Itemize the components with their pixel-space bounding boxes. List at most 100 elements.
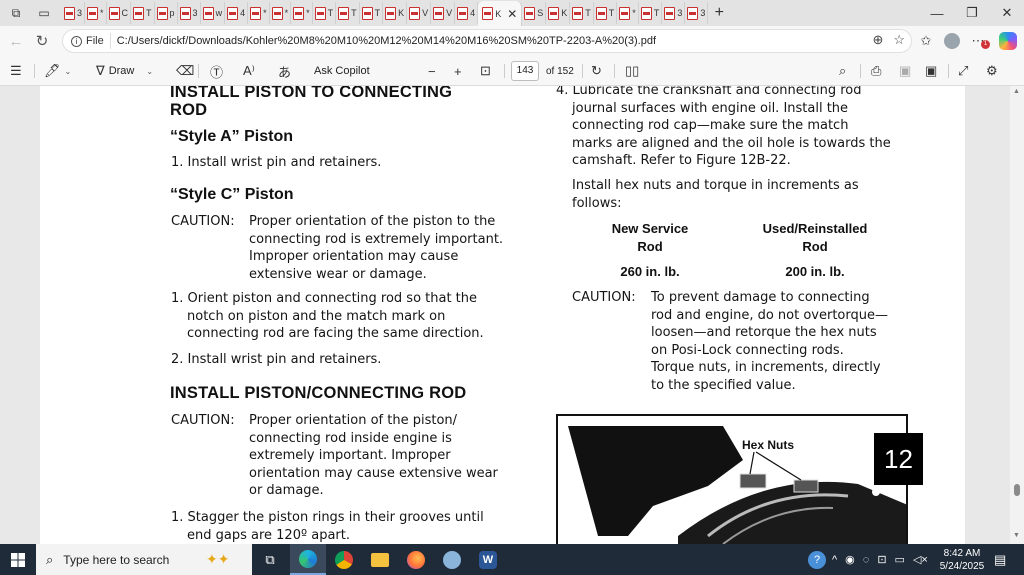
- battery-icon[interactable]: ▭: [895, 553, 905, 566]
- tab[interactable]: V: [431, 2, 456, 24]
- tab[interactable]: 3: [685, 2, 709, 24]
- tab-title: T: [608, 8, 615, 18]
- scroll-down-icon[interactable]: ▼: [1013, 532, 1020, 539]
- refresh-button[interactable]: ↻: [28, 27, 56, 55]
- tab[interactable]: T: [131, 2, 155, 24]
- eye-icon[interactable]: ◌: [863, 554, 870, 566]
- highlight-button[interactable]: 🖊 ⌄: [44, 56, 71, 86]
- toolbar-divider: [614, 64, 615, 78]
- notifications-button[interactable]: ▤: [994, 544, 1006, 575]
- tab-title: T: [146, 8, 152, 18]
- network-icon[interactable]: ⊡: [877, 553, 886, 566]
- read-aloud-button[interactable]: A⁾: [243, 56, 255, 86]
- close-tab-icon[interactable]: ✕: [507, 7, 517, 21]
- zoom-in-button[interactable]: +: [454, 56, 462, 86]
- pdf-file-icon: [595, 6, 607, 20]
- save-button[interactable]: ▣: [899, 56, 911, 86]
- tab[interactable]: T: [360, 2, 384, 24]
- tab[interactable]: T: [639, 2, 663, 24]
- taskbar-app[interactable]: [434, 544, 470, 575]
- fit-page-button[interactable]: ⊡: [480, 56, 491, 86]
- tab[interactable]: S: [522, 2, 547, 24]
- pdf-file-icon: [433, 6, 445, 20]
- minimize-icon[interactable]: —: [920, 0, 954, 26]
- translate-button[interactable]: あ: [278, 56, 291, 86]
- erase-button[interactable]: ⌫: [176, 56, 194, 86]
- table-value-new: 260 in. lb.: [620, 264, 680, 279]
- page-total: of 152: [546, 56, 574, 86]
- taskbar-firefox[interactable]: [398, 544, 434, 575]
- close-window-icon[interactable]: ✕: [990, 0, 1024, 26]
- tab[interactable]: p: [155, 2, 178, 24]
- scroll-up-icon[interactable]: ▲: [1013, 88, 1020, 95]
- workspaces-icon[interactable]: ⧉: [4, 1, 28, 25]
- tab[interactable]: C: [107, 2, 132, 24]
- rotate-button[interactable]: ↻: [591, 56, 602, 86]
- vertical-scrollbar[interactable]: ▲ ▼: [1010, 86, 1024, 544]
- volume-icon[interactable]: ◁×: [913, 553, 928, 566]
- tab[interactable]: 3: [178, 2, 201, 24]
- taskbar-word[interactable]: W: [470, 544, 506, 575]
- page-view-button[interactable]: ▯▯: [625, 56, 639, 86]
- tab[interactable]: *: [291, 2, 313, 24]
- start-button[interactable]: [0, 544, 36, 575]
- zoom-icon[interactable]: ⊕: [872, 32, 883, 48]
- torque-intro: Install hex nuts and torque in increment…: [572, 178, 859, 211]
- tab[interactable]: 3: [62, 2, 86, 24]
- zoom-out-button[interactable]: −: [428, 56, 436, 86]
- save-as-button[interactable]: ▣: [925, 56, 937, 86]
- tab[interactable]: K: [383, 2, 408, 24]
- pdf-file-icon: [314, 6, 326, 20]
- address-bar: ← ↻ i File C:/Users/dickf/Downloads/Kohl…: [0, 26, 1024, 56]
- taskbar-file-explorer[interactable]: [362, 544, 398, 575]
- favorites-icon[interactable]: ✩: [914, 26, 938, 56]
- ask-copilot-button[interactable]: Ask Copilot: [314, 56, 370, 86]
- tab-active[interactable]: K ✕: [478, 1, 523, 26]
- favorite-star-icon[interactable]: ☆: [893, 32, 905, 48]
- tab[interactable]: *: [248, 2, 270, 24]
- tab[interactable]: T: [313, 2, 337, 24]
- scroll-thumb[interactable]: [1014, 484, 1020, 496]
- contents-button[interactable]: ☰: [10, 56, 22, 86]
- tab[interactable]: T: [570, 2, 594, 24]
- clock[interactable]: 8:42 AM 5/24/2025: [938, 547, 986, 573]
- url-field[interactable]: i File C:/Users/dickf/Downloads/Kohler%2…: [62, 29, 912, 53]
- find-button[interactable]: ⌕: [839, 56, 846, 86]
- avatar: [944, 33, 960, 49]
- tab-actions-icon[interactable]: ▭: [32, 1, 56, 25]
- tab[interactable]: *: [270, 2, 292, 24]
- fullscreen-button[interactable]: ⤢: [958, 56, 968, 86]
- tab[interactable]: *: [85, 2, 107, 24]
- task-view-icon: ⧉: [265, 551, 275, 567]
- page-input[interactable]: 143: [511, 61, 539, 81]
- taskbar-search[interactable]: ⌕ Type here to search ✦✦: [36, 544, 252, 575]
- record-icon[interactable]: ◉: [845, 553, 855, 566]
- tab[interactable]: K: [546, 2, 571, 24]
- restore-icon[interactable]: ❐: [955, 0, 989, 26]
- taskbar-edge[interactable]: [290, 544, 326, 575]
- copilot-button[interactable]: [996, 26, 1020, 56]
- settings-button[interactable]: ⚙: [986, 56, 998, 86]
- help-icon[interactable]: ?: [808, 550, 826, 569]
- pdf-viewer[interactable]: INSTALL PISTON TO CONNECTING ROD “Style …: [0, 86, 1024, 544]
- taskbar-chrome[interactable]: [326, 544, 362, 575]
- print-button[interactable]: ⎙: [871, 56, 881, 86]
- profile-button[interactable]: [940, 26, 964, 56]
- tab[interactable]: V: [407, 2, 432, 24]
- tab[interactable]: T: [336, 2, 360, 24]
- tab[interactable]: 4: [455, 2, 479, 24]
- chevron-up-icon[interactable]: ^: [832, 554, 837, 566]
- new-tab-button[interactable]: +: [708, 4, 730, 22]
- tab[interactable]: 4: [225, 2, 249, 24]
- tab-title: w: [215, 8, 223, 18]
- tab[interactable]: w: [201, 2, 226, 24]
- draw-button[interactable]: ∇ Draw ⌄: [96, 56, 153, 86]
- tab[interactable]: *: [617, 2, 639, 24]
- tab[interactable]: T: [594, 2, 618, 24]
- tab[interactable]: 3: [662, 2, 686, 24]
- back-button[interactable]: ←: [2, 27, 30, 55]
- page-number-field[interactable]: 143: [511, 56, 539, 86]
- site-info-button[interactable]: i File: [63, 33, 111, 49]
- add-text-button[interactable]: Ⓣ: [210, 56, 223, 86]
- task-view-button[interactable]: ⧉: [252, 544, 288, 575]
